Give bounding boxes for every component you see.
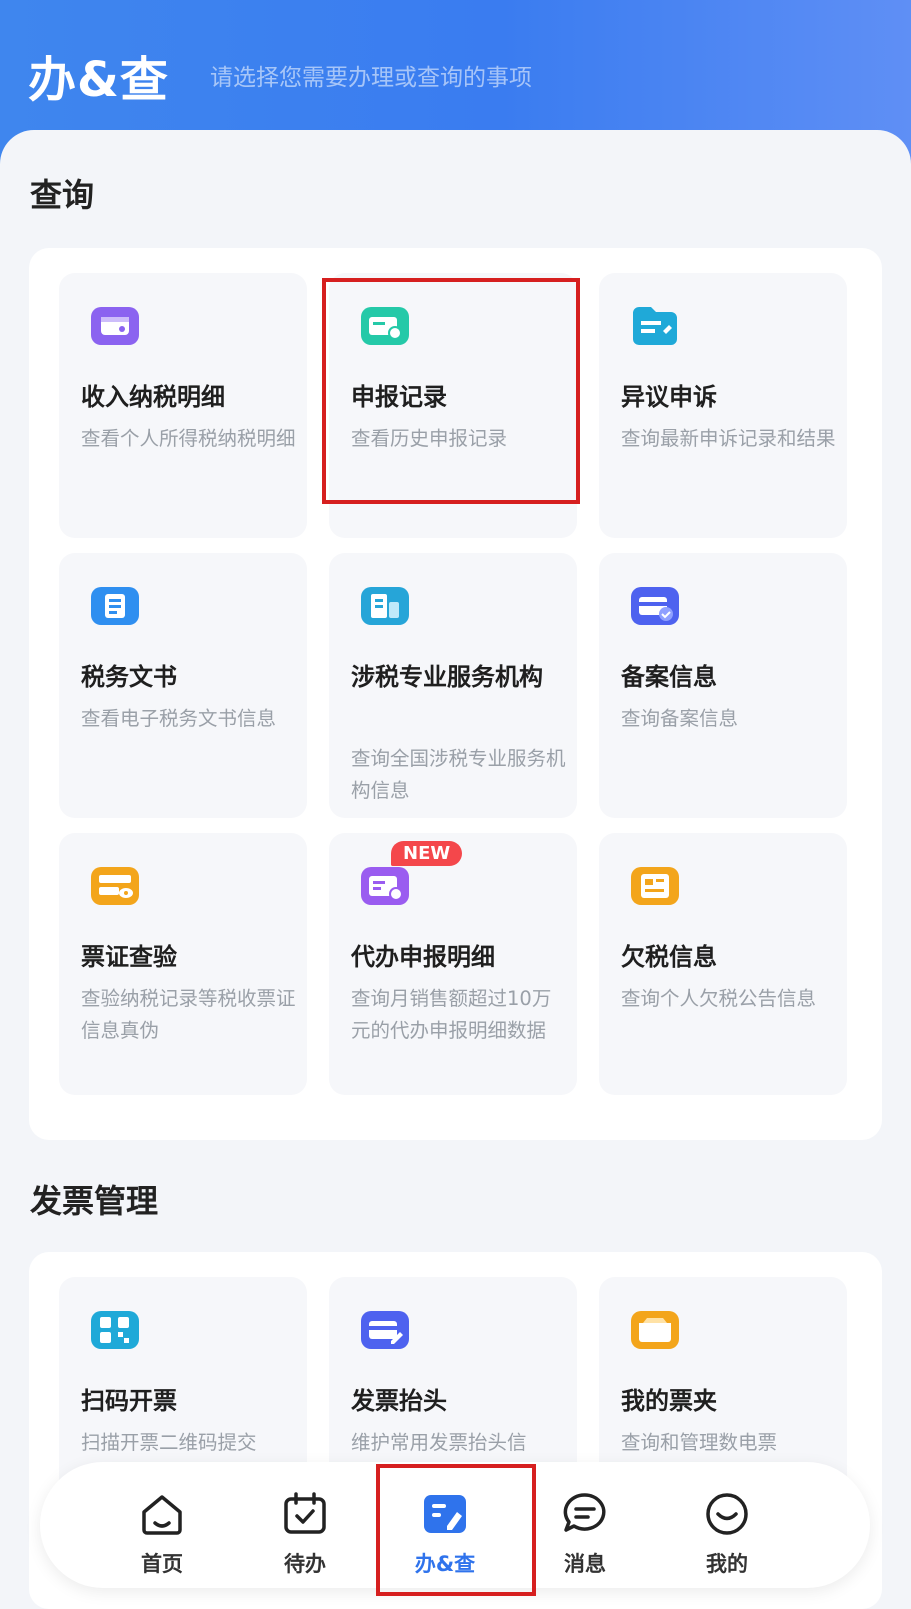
folder-appeal-icon [629, 305, 681, 347]
page-subtitle: 请选择您需要办理或查询的事项 [210, 65, 532, 91]
card-filing-info[interactable]: 备案信息 查询备案信息 [599, 553, 847, 818]
wallet-icon [89, 305, 141, 347]
tab-label: 首页 [141, 1552, 183, 1576]
card-tax-arrears[interactable]: 欠税信息 查询个人欠税公告信息 [599, 833, 847, 1095]
section-title-invoice: 发票管理 [30, 1182, 159, 1220]
tab-messages[interactable]: 消息 [525, 1462, 645, 1588]
invoice-edit-icon [359, 1309, 411, 1351]
ticket-verify-icon [89, 865, 141, 907]
card-title: 代办申报明细 [351, 943, 495, 971]
card-desc: 查询和管理数电票 [621, 1431, 778, 1454]
card-title: 欠税信息 [621, 943, 717, 971]
card-title: 备案信息 [621, 663, 717, 691]
ticket-folder-icon [629, 1309, 681, 1351]
card-title: 扫码开票 [81, 1387, 177, 1415]
section-title-query: 查询 [30, 176, 95, 214]
card-desc: 查询全国涉税专业服务机构信息 [351, 747, 566, 802]
agent-declare-icon [359, 865, 411, 907]
card-desc: 查询月销售额超过10万元的代办申报明细数据 [351, 987, 552, 1042]
card-tax-documents[interactable]: 税务文书 查看电子税务文书信息 [59, 553, 307, 818]
card-title: 涉税专业服务机构 [351, 663, 543, 691]
card-title: 税务文书 [81, 663, 177, 691]
institution-icon [359, 585, 411, 627]
card-agent-declare-detail[interactable]: NEW 代办申报明细 查询月销售额超过10万元的代办申报明细数据 [329, 833, 577, 1095]
new-badge: NEW [391, 841, 463, 866]
tab-label: 我的 [706, 1552, 748, 1576]
page-title: 办&查 [28, 52, 169, 108]
smile-icon [706, 1493, 748, 1535]
tax-arrears-icon [629, 865, 681, 907]
highlight-box-declare-record [322, 278, 580, 504]
home-icon [142, 1495, 182, 1535]
card-desc: 查看个人所得税纳税明细 [81, 427, 296, 450]
card-title: 票证查验 [81, 943, 177, 971]
card-appeal[interactable]: 异议申诉 查询最新申诉记录和结果 [599, 273, 847, 538]
document-icon [89, 585, 141, 627]
card-title: 收入纳税明细 [81, 383, 225, 411]
card-title: 我的票夹 [621, 1387, 717, 1415]
card-desc: 查询最新申诉记录和结果 [621, 427, 836, 450]
tab-label: 待办 [284, 1552, 326, 1576]
tab-mine[interactable]: 我的 [667, 1462, 787, 1588]
card-income-tax-detail[interactable]: 收入纳税明细 查看个人所得税纳税明细 [59, 273, 307, 538]
tab-todo[interactable]: 待办 [245, 1462, 365, 1588]
qr-code-icon [89, 1309, 141, 1351]
tab-label: 消息 [564, 1552, 606, 1576]
card-desc: 查询个人欠税公告信息 [621, 987, 817, 1010]
calendar-check-icon [284, 1492, 326, 1534]
card-ticket-verify[interactable]: 票证查验 查验纳税记录等税收票证信息真伪 [59, 833, 307, 1095]
highlight-box-tab [376, 1464, 536, 1596]
card-desc: 查验纳税记录等税收票证信息真伪 [81, 987, 296, 1042]
card-desc: 查看电子税务文书信息 [81, 707, 277, 730]
tab-home[interactable]: 首页 [102, 1462, 222, 1588]
card-tax-service-institution[interactable]: 涉税专业服务机构 查询全国涉税专业服务机构信息 [329, 553, 577, 818]
card-desc: 扫描开票二维码提交 [81, 1431, 257, 1454]
message-icon [563, 1493, 606, 1532]
card-desc: 查询备案信息 [621, 707, 739, 730]
card-title: 异议申诉 [621, 383, 717, 411]
card-desc: 维护常用发票抬头信 [351, 1431, 527, 1454]
card-title: 发票抬头 [351, 1387, 447, 1415]
filing-icon [629, 585, 681, 627]
